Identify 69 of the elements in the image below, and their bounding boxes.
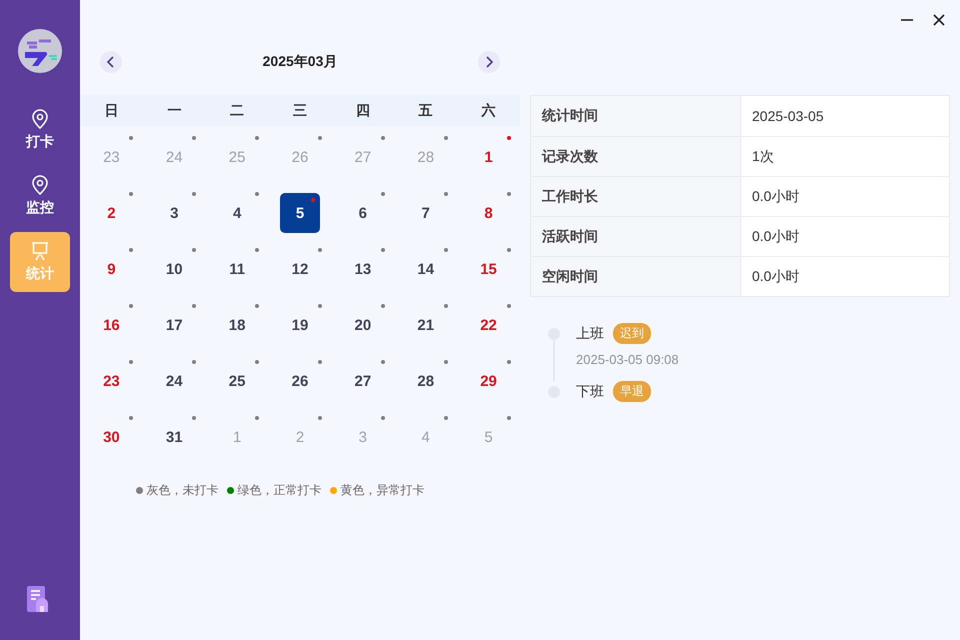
weekday-label: 五 (418, 102, 434, 120)
status-tag: 迟到 (613, 323, 651, 344)
calendar-day[interactable]: 27 (342, 361, 383, 401)
calendar-day[interactable]: 22 (468, 305, 509, 345)
weekday-label: 六 (480, 102, 497, 120)
legend-label: 灰色，未打卡 (146, 482, 218, 499)
table-cell-text: 0.0小时 (751, 226, 800, 246)
next-month-button[interactable] (478, 51, 500, 73)
close-button[interactable] (932, 13, 946, 27)
calendar-day[interactable]: 3 (154, 193, 194, 233)
table-cell-text: 1次 (751, 146, 775, 166)
sidebar-item[interactable]: 监控 (10, 166, 70, 226)
close-icon (932, 13, 946, 27)
table-cell: 记录次数 (531, 137, 741, 176)
easel-icon (30, 241, 50, 261)
legend-label: 绿色，正常打卡 (238, 482, 322, 499)
calendar-day[interactable]: 16 (91, 305, 132, 345)
table-cell-text: 0.0小时 (751, 266, 800, 286)
location-pin-icon (31, 175, 49, 195)
table-cell-text: 0.0小时 (751, 186, 800, 206)
table-cell: 活跃时间 (531, 217, 741, 256)
weekday-label: 日 (103, 102, 120, 120)
calendar-day[interactable]: 24 (154, 361, 194, 401)
calendar-day[interactable]: 1 (468, 137, 509, 177)
calendar-day[interactable]: 26 (280, 361, 320, 401)
weekday-label: 二 (229, 102, 246, 120)
table-cell-text: 2025-03-05 (751, 107, 825, 126)
weekday-label: 一 (166, 102, 182, 120)
table-cell: 统计时间 (531, 96, 741, 136)
chevron-left-icon (107, 56, 115, 68)
calendar-day[interactable]: 14 (406, 249, 446, 289)
sidebar-item[interactable]: 打卡 (10, 100, 70, 160)
weekday-label: 三 (292, 102, 308, 120)
timeline-time: 2025-03-05 09:08 (576, 352, 679, 367)
calendar-day[interactable]: 2 (91, 193, 132, 233)
weekday-label: 四 (354, 102, 371, 120)
calendar-day[interactable]: 5 (280, 193, 320, 233)
previous-month-button[interactable] (100, 51, 122, 73)
calendar-day[interactable]: 9 (91, 249, 132, 289)
status-tag: 早退 (613, 381, 651, 402)
calendar-day[interactable]: 4 (217, 193, 258, 233)
month-title: 2025年03月 (262, 53, 338, 71)
calendar-day[interactable]: 8 (468, 193, 509, 233)
table-cell: 工作时长 (531, 177, 741, 216)
logo-icon (17, 28, 63, 74)
calendar-day[interactable]: 7 (406, 193, 446, 233)
calendar-day[interactable]: 21 (406, 305, 446, 345)
calendar-day[interactable]: 10 (154, 249, 194, 289)
chevron-right-icon (485, 56, 493, 68)
calendar-day[interactable]: 11 (217, 249, 258, 289)
calendar-day[interactable]: 15 (468, 249, 509, 289)
legend-label: 黄色，异常打卡 (340, 482, 424, 499)
calendar-day[interactable]: 31 (154, 417, 194, 457)
calendar-day[interactable]: 13 (342, 249, 383, 289)
calendar-day[interactable]: 18 (217, 305, 258, 345)
calendar-day[interactable]: 28 (406, 361, 446, 401)
calendar-day[interactable]: 30 (91, 417, 132, 457)
calendar-day[interactable]: 29 (468, 361, 509, 401)
location-pin-icon (31, 109, 49, 129)
calendar-day[interactable]: 20 (342, 305, 383, 345)
calendar-day[interactable]: 12 (280, 249, 320, 289)
calendar-day[interactable]: 17 (154, 305, 194, 345)
calendar-day[interactable]: 23 (91, 361, 132, 401)
timeline-title: 上班 (576, 324, 604, 342)
calendar-day[interactable]: 6 (342, 193, 383, 233)
calendar-day[interactable]: 19 (280, 305, 320, 345)
table-cell: 空闲时间 (531, 257, 741, 296)
calendar-day[interactable]: 25 (217, 361, 258, 401)
timeline-title: 下班 (576, 382, 604, 400)
